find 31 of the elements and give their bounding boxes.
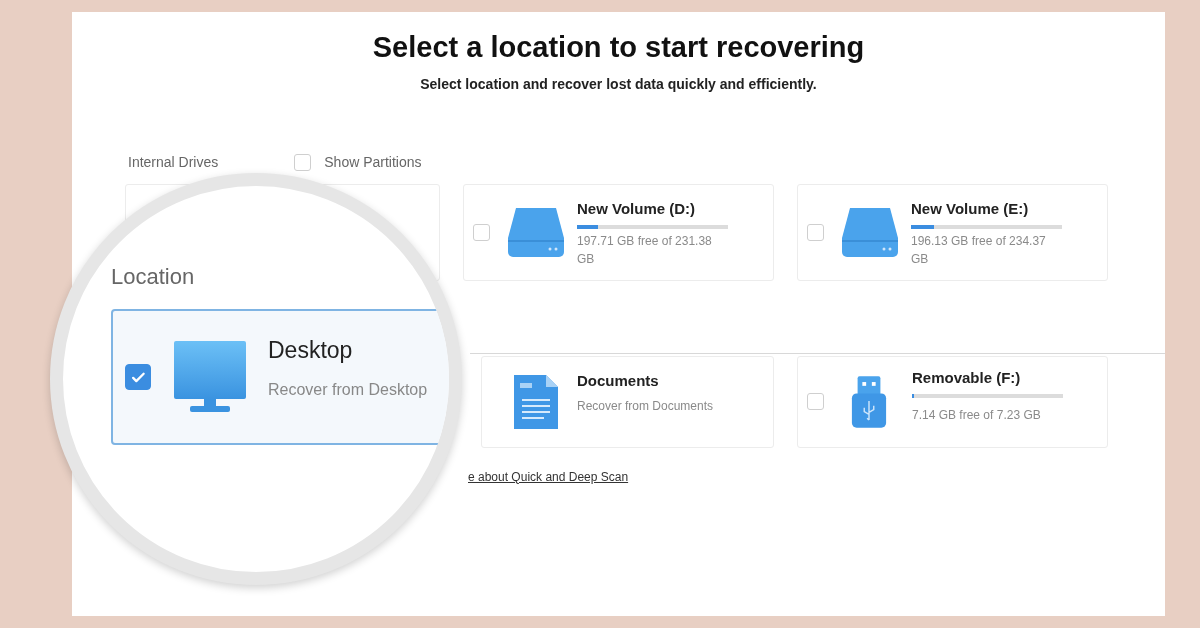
hard-drive-icon [506,206,566,258]
page-subtitle: Select location and recover lost data quickly and efficiently. [420,74,817,94]
drive-card[interactable]: New Volume (D:) 197.71 GB free of 231.38 GB [463,183,774,281]
section-label: Internal Drives [128,152,219,172]
checkbox[interactable] [294,153,312,171]
drive-name: New Volume (D:) [577,198,697,219]
monitor-icon [174,341,246,413]
location-name: Desktop [268,336,354,365]
location-name: Documents [577,370,660,391]
drive-space: 7.14 GB free of 7.23 GB [912,407,1042,424]
document-icon [514,374,558,429]
scan-info-link[interactable]: e about Quick and Deep Scan [468,467,629,486]
checkbox[interactable] [125,364,151,390]
location-card[interactable]: Desktop Recover from Desktop [111,309,449,445]
checkbox[interactable] [807,223,824,241]
drive-card[interactable]: Removable (F:) 7.14 GB free of 7.23 GB [797,355,1108,448]
location-label: Location [111,263,196,291]
drive-card[interactable]: New Volume (E:) 196.13 GB free of 234.37 GB [797,183,1108,281]
location-description: Recover from Documents [577,398,714,415]
usb-drive-icon [850,375,888,428]
checkbox[interactable] [473,223,490,241]
page-title: Select a location to start recovering [372,30,865,65]
drive-space: 196.13 GB free of 234.37 GB [911,233,1047,268]
checkbox-label: Show Partitions [324,152,422,172]
location-description: Recover from Desktop [268,379,428,400]
hard-drive-icon [840,206,900,258]
drive-name: Removable (F:) [912,367,1022,388]
drive-space: 197.71 GB free of 231.38 GB [577,233,713,268]
location-card[interactable]: Documents Recover from Documents [481,355,774,448]
drive-name: New Volume (E:) [911,198,1030,219]
checkbox[interactable] [807,393,824,410]
